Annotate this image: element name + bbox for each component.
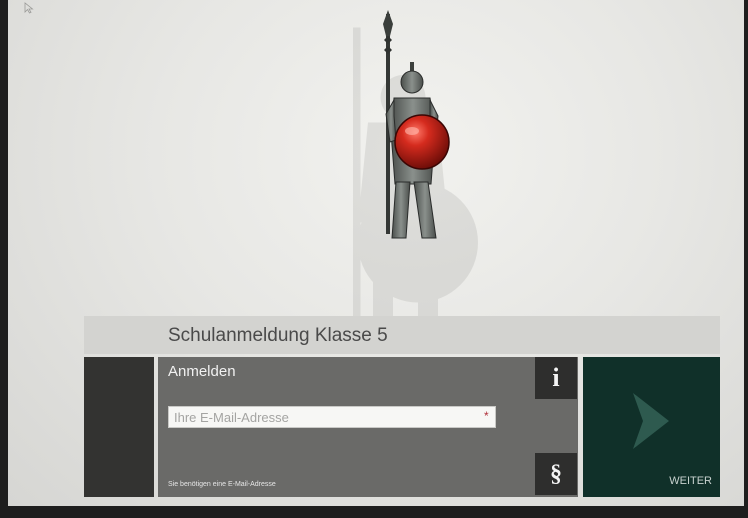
- mouse-cursor-icon: [24, 2, 34, 14]
- left-decor-block: [84, 357, 154, 497]
- mascot-knight-icon: [383, 10, 450, 239]
- screen: Schulanmeldung Klasse 5 Anmelden * Sie b…: [8, 0, 744, 506]
- login-heading: Anmelden: [168, 363, 236, 380]
- weiter-label: WEITER: [669, 475, 712, 487]
- chevron-right-icon: [633, 393, 669, 449]
- page-title: Schulanmeldung Klasse 5: [168, 325, 388, 346]
- email-field[interactable]: [168, 406, 496, 428]
- weiter-button[interactable]: WEITER: [583, 357, 720, 497]
- required-marker: *: [484, 409, 489, 423]
- info-button[interactable]: i: [535, 357, 577, 399]
- login-panel: Anmelden * Sie benötigen eine E-Mail-Adr…: [158, 357, 578, 497]
- legal-button[interactable]: §: [535, 453, 577, 495]
- title-bar: Schulanmeldung Klasse 5: [84, 316, 720, 354]
- email-hint: Sie benötigen eine E-Mail-Adresse: [168, 481, 276, 488]
